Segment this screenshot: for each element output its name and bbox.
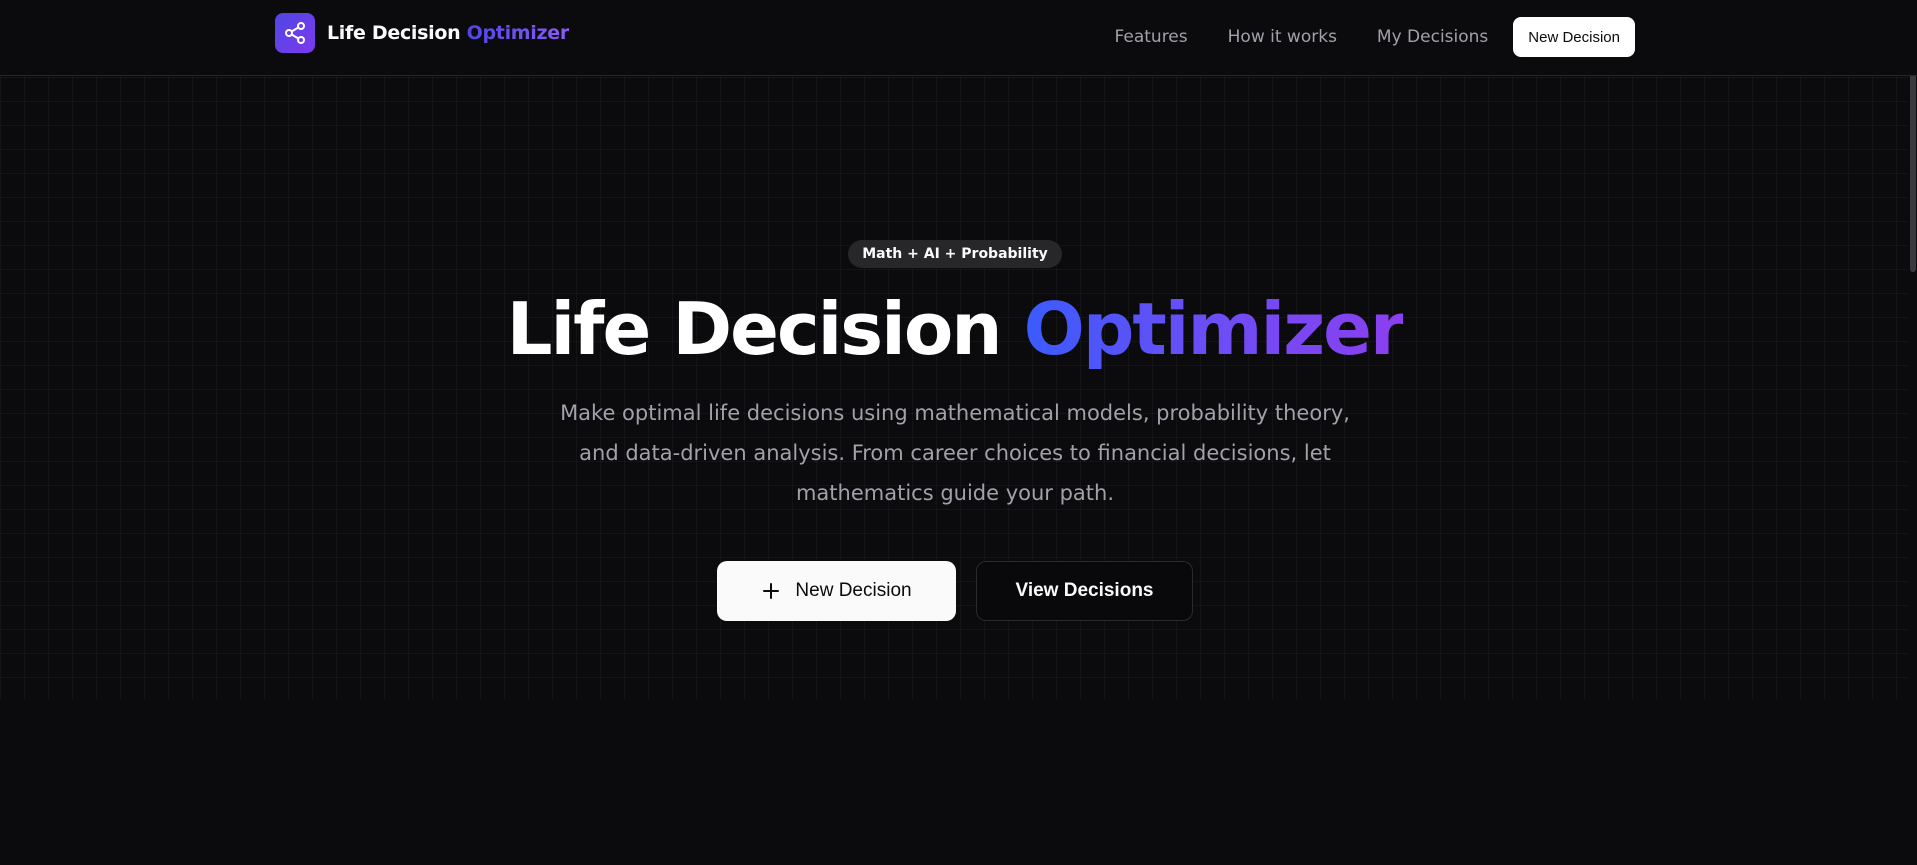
page-bottom [0, 700, 1917, 865]
brand[interactable]: Life Decision Optimizer [275, 13, 569, 53]
nav-link-my-decisions[interactable]: My Decisions [1377, 17, 1488, 57]
new-decision-button[interactable]: New Decision [717, 561, 956, 621]
hero-title-main: Life Decision [506, 287, 1003, 371]
nav-link-how-it-works[interactable]: How it works [1228, 17, 1337, 57]
plus-icon [761, 581, 781, 601]
view-decisions-button[interactable]: View Decisions [976, 561, 1193, 621]
hero-cta-row: New Decision View Decisions [0, 561, 1910, 621]
nav-link-features[interactable]: Features [1115, 17, 1188, 57]
top-navbar: Life Decision Optimizer Features How it … [0, 0, 1917, 76]
hero-subtitle: Make optimal life decisions using mathem… [560, 401, 1350, 505]
brand-name-main: Life Decision [327, 22, 461, 44]
new-decision-button-label: New Decision [795, 580, 912, 601]
share-nodes-icon [275, 13, 315, 53]
hero-title-accent: Optimizer [1023, 287, 1406, 371]
nav-new-decision-button[interactable]: New Decision [1513, 17, 1635, 57]
hero-badge: Math + AI + Probability [848, 240, 1062, 268]
hero-title: Life Decision Optimizer [0, 286, 1910, 372]
main-nav: Features How it works My Decisions New D… [1115, 17, 1635, 57]
hero-badge-row: Math + AI + Probability [0, 240, 1910, 268]
brand-name: Life Decision Optimizer [327, 22, 569, 44]
page: Life Decision Optimizer Features How it … [0, 0, 1917, 865]
scrollbar[interactable] [1908, 0, 1917, 865]
brand-name-accent: Optimizer [466, 22, 570, 44]
